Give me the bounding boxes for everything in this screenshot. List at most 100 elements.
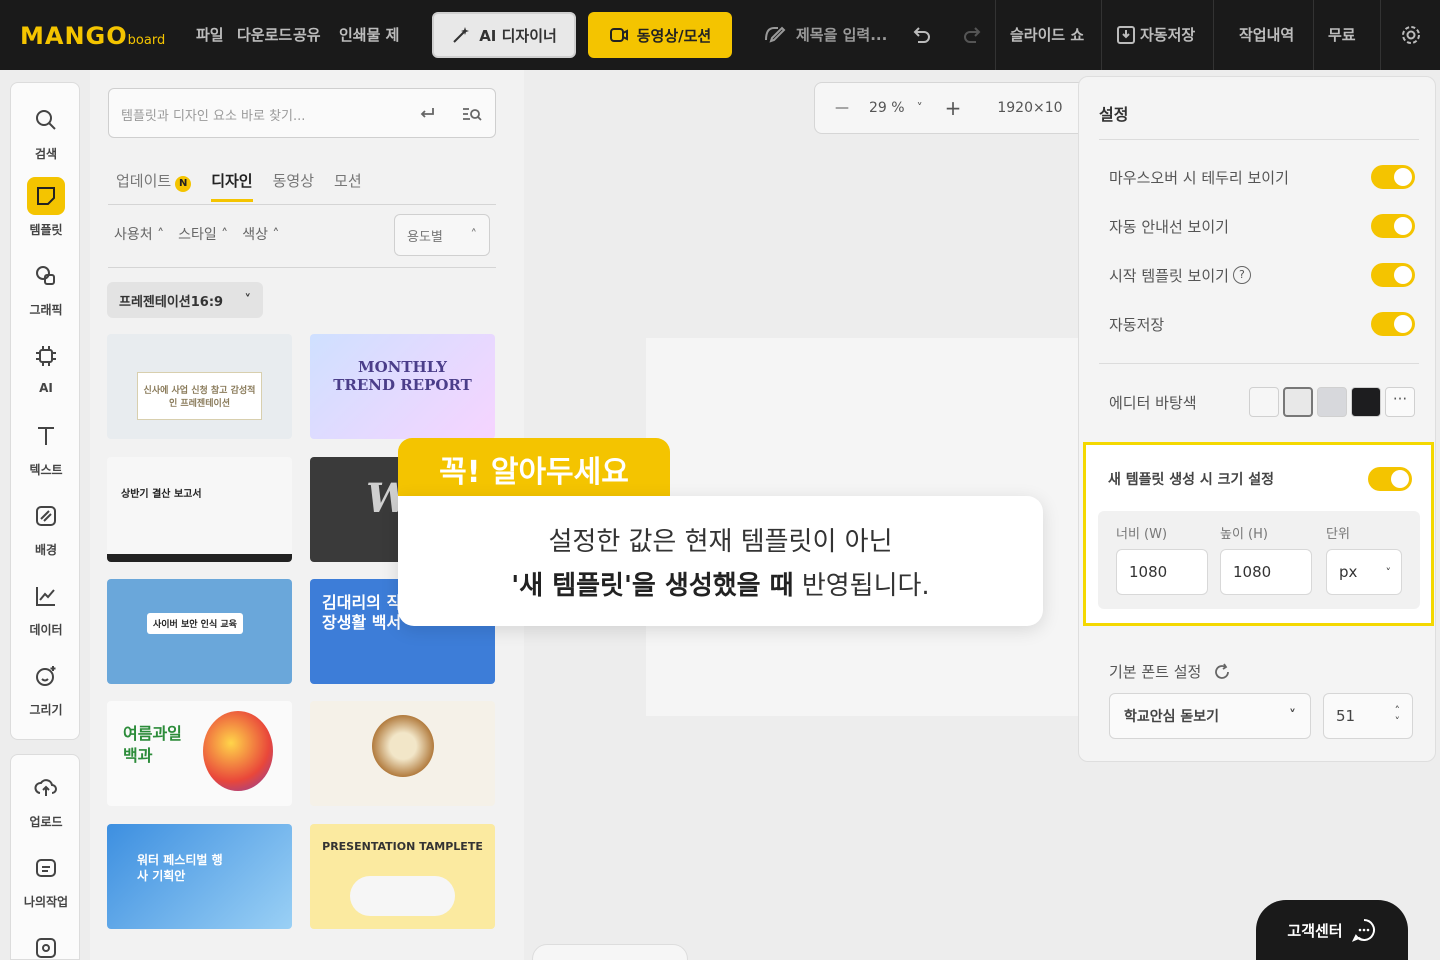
divider bbox=[1101, 0, 1102, 70]
draw-icon bbox=[36, 666, 56, 686]
filter-color[interactable]: 색상 ˄ bbox=[242, 224, 279, 244]
rail-background[interactable]: 배경 bbox=[11, 497, 81, 558]
start-template-toggle[interactable] bbox=[1371, 263, 1415, 287]
left-rail-bottom: 업로드 나의작업 bbox=[10, 754, 80, 960]
unit-select[interactable]: px ˅ bbox=[1326, 549, 1402, 595]
plan-button[interactable]: 무료 bbox=[1328, 24, 1356, 45]
search-doc-icon bbox=[36, 938, 56, 958]
slideshow-button[interactable]: 슬라이드 쇼 bbox=[1010, 24, 1084, 45]
rail-label: 텍스트 bbox=[29, 463, 63, 477]
title-input[interactable]: 제목을 입력... bbox=[762, 22, 887, 46]
tab-design[interactable]: 디자인 bbox=[211, 170, 253, 202]
help-icon[interactable]: ? bbox=[1232, 266, 1251, 284]
rail-ai[interactable]: AI bbox=[11, 337, 81, 395]
divider bbox=[1099, 363, 1419, 364]
notice-line-1: 설정한 값은 현재 템플릿이 아닌 bbox=[548, 527, 893, 557]
canvas-size[interactable]: 1920×10 bbox=[997, 100, 1062, 116]
rail-draw[interactable]: 그리기 bbox=[11, 657, 81, 718]
search-placeholder: 템플릿과 디자인 요소 바로 찾기... bbox=[121, 109, 306, 124]
ratio-select[interactable]: 프레젠테이션16:9 ˅ bbox=[107, 282, 263, 318]
zoom-in-button[interactable]: + bbox=[945, 96, 962, 120]
notice-line-2-rest: 반영됩니다. bbox=[793, 571, 930, 601]
customer-center-label: 고객센터 bbox=[1287, 921, 1343, 940]
template-thumbnail[interactable]: 사이버 보안 인식 교육 bbox=[107, 579, 292, 684]
undo-icon[interactable] bbox=[908, 22, 934, 48]
rail-search[interactable]: 검색 bbox=[11, 101, 81, 162]
top-bar: MANGOboard 파일 다운로드 공유 인쇄물 제 AI 디자이너 동영상/… bbox=[0, 0, 1440, 70]
new-template-size-label: 새 템플릿 생성 시 크기 설정 bbox=[1108, 472, 1275, 488]
setting-hover-border: 마우스오버 시 테두리 보이기 bbox=[1109, 165, 1415, 189]
more-colors-button[interactable]: ··· bbox=[1385, 387, 1415, 417]
ai-designer-label: AI 디자이너 bbox=[479, 26, 557, 45]
template-thumbnail[interactable]: MONTHLY TREND REPORT bbox=[310, 334, 495, 439]
rail-template[interactable]: 템플릿 bbox=[11, 177, 81, 238]
filter-usage[interactable]: 사용처 ˄ bbox=[114, 224, 164, 244]
font-size-stepper[interactable]: 51 ˄ ˅ bbox=[1323, 693, 1413, 739]
enter-icon[interactable] bbox=[417, 104, 437, 124]
rail-upload[interactable]: 업로드 bbox=[11, 769, 81, 830]
zoom-value[interactable]: 29 % bbox=[869, 100, 905, 116]
customer-center-button[interactable]: 고객센터 bbox=[1256, 900, 1408, 960]
auto-guides-toggle[interactable] bbox=[1371, 214, 1415, 238]
tab-motion[interactable]: 모션 bbox=[334, 170, 362, 202]
bg-swatch-gray[interactable] bbox=[1317, 387, 1347, 417]
rail-data[interactable]: 데이터 bbox=[11, 577, 81, 638]
title-placeholder: 제목을 입력... bbox=[796, 25, 888, 44]
template-thumbnail[interactable]: 여름과일 백과 bbox=[107, 701, 292, 806]
chevron-down-icon: ˅ bbox=[1289, 708, 1296, 724]
template-thumbnail[interactable] bbox=[310, 701, 495, 806]
template-thumbnail[interactable]: 상반기 결산 보고서 bbox=[107, 457, 292, 562]
height-input[interactable]: 1080 bbox=[1220, 549, 1312, 595]
page-chip[interactable] bbox=[532, 944, 688, 960]
bg-swatch-white[interactable] bbox=[1249, 387, 1279, 417]
width-input[interactable]: 1080 bbox=[1116, 549, 1208, 595]
history-button[interactable]: 작업내역 bbox=[1239, 24, 1294, 45]
bg-swatch-light-gray[interactable] bbox=[1283, 387, 1313, 417]
autosave-toggle[interactable] bbox=[1371, 312, 1415, 336]
hover-border-toggle[interactable] bbox=[1371, 165, 1415, 189]
tab-update[interactable]: 업데이트 N bbox=[116, 170, 192, 202]
menu-share[interactable]: 공유 bbox=[293, 24, 321, 45]
divider bbox=[1380, 0, 1381, 70]
gear-icon[interactable] bbox=[1398, 22, 1424, 48]
mango-logo[interactable]: MANGOboard bbox=[20, 22, 165, 50]
divider bbox=[108, 204, 496, 205]
purpose-select[interactable]: 용도별 ˄ bbox=[394, 214, 490, 256]
filter-style[interactable]: 스타일 ˄ bbox=[178, 224, 228, 244]
menu-download[interactable]: 다운로드 bbox=[237, 24, 292, 45]
template-search-input[interactable]: 템플릿과 디자인 요소 바로 찾기... bbox=[108, 88, 496, 138]
redo-icon[interactable] bbox=[960, 22, 986, 48]
zoom-out-button[interactable]: — bbox=[835, 100, 849, 116]
menu-file[interactable]: 파일 bbox=[196, 24, 224, 45]
zoom-bar: — 29 % ˅ + 1920×10 bbox=[814, 82, 1094, 134]
menu-print[interactable]: 인쇄물 제 bbox=[339, 24, 399, 45]
rail-more[interactable] bbox=[11, 929, 81, 960]
ai-designer-button[interactable]: AI 디자이너 bbox=[432, 12, 576, 58]
rail-label: AI bbox=[39, 381, 53, 395]
fruit-image bbox=[203, 711, 273, 791]
video-motion-button[interactable]: 동영상/모션 bbox=[588, 12, 732, 58]
autosave-button[interactable]: 자동저장 bbox=[1116, 24, 1195, 45]
size-fields: 너비 (W) 높이 (H) 단위 1080 1080 px ˅ bbox=[1098, 511, 1420, 609]
template-thumbnail[interactable]: 신사에 사업 신청 참고 감성적인 프레젠테이션 bbox=[107, 334, 292, 439]
video-motion-label: 동영상/모션 bbox=[636, 26, 712, 45]
font-select[interactable]: 학교안심 돋보기 ˅ bbox=[1109, 693, 1311, 739]
width-label: 너비 (W) bbox=[1116, 527, 1168, 542]
refresh-icon[interactable] bbox=[1213, 663, 1231, 681]
filter-search-icon[interactable] bbox=[461, 104, 483, 124]
food-image bbox=[372, 715, 434, 777]
rail-label: 그래픽 bbox=[29, 303, 63, 317]
rail-text[interactable]: 텍스트 bbox=[11, 417, 81, 478]
setting-auto-guides: 자동 안내선 보이기 bbox=[1109, 214, 1415, 238]
new-template-size-toggle[interactable] bbox=[1368, 467, 1412, 491]
chart-icon bbox=[36, 587, 55, 606]
rail-my-work[interactable]: 나의작업 bbox=[11, 849, 81, 910]
rail-label: 업로드 bbox=[29, 815, 63, 829]
rail-graphic[interactable]: 그래픽 bbox=[11, 257, 81, 318]
setting-default-font: 기본 폰트 설정 bbox=[1109, 661, 1415, 682]
chevron-down-icon[interactable]: ˅ bbox=[917, 101, 923, 115]
template-thumbnail[interactable]: PRESENTATION TAMPLETE bbox=[310, 824, 495, 929]
tab-video[interactable]: 동영상 bbox=[273, 170, 314, 202]
template-thumbnail[interactable]: 워터 페스티벌 행사 기획안 bbox=[107, 824, 292, 929]
bg-swatch-black[interactable] bbox=[1351, 387, 1381, 417]
